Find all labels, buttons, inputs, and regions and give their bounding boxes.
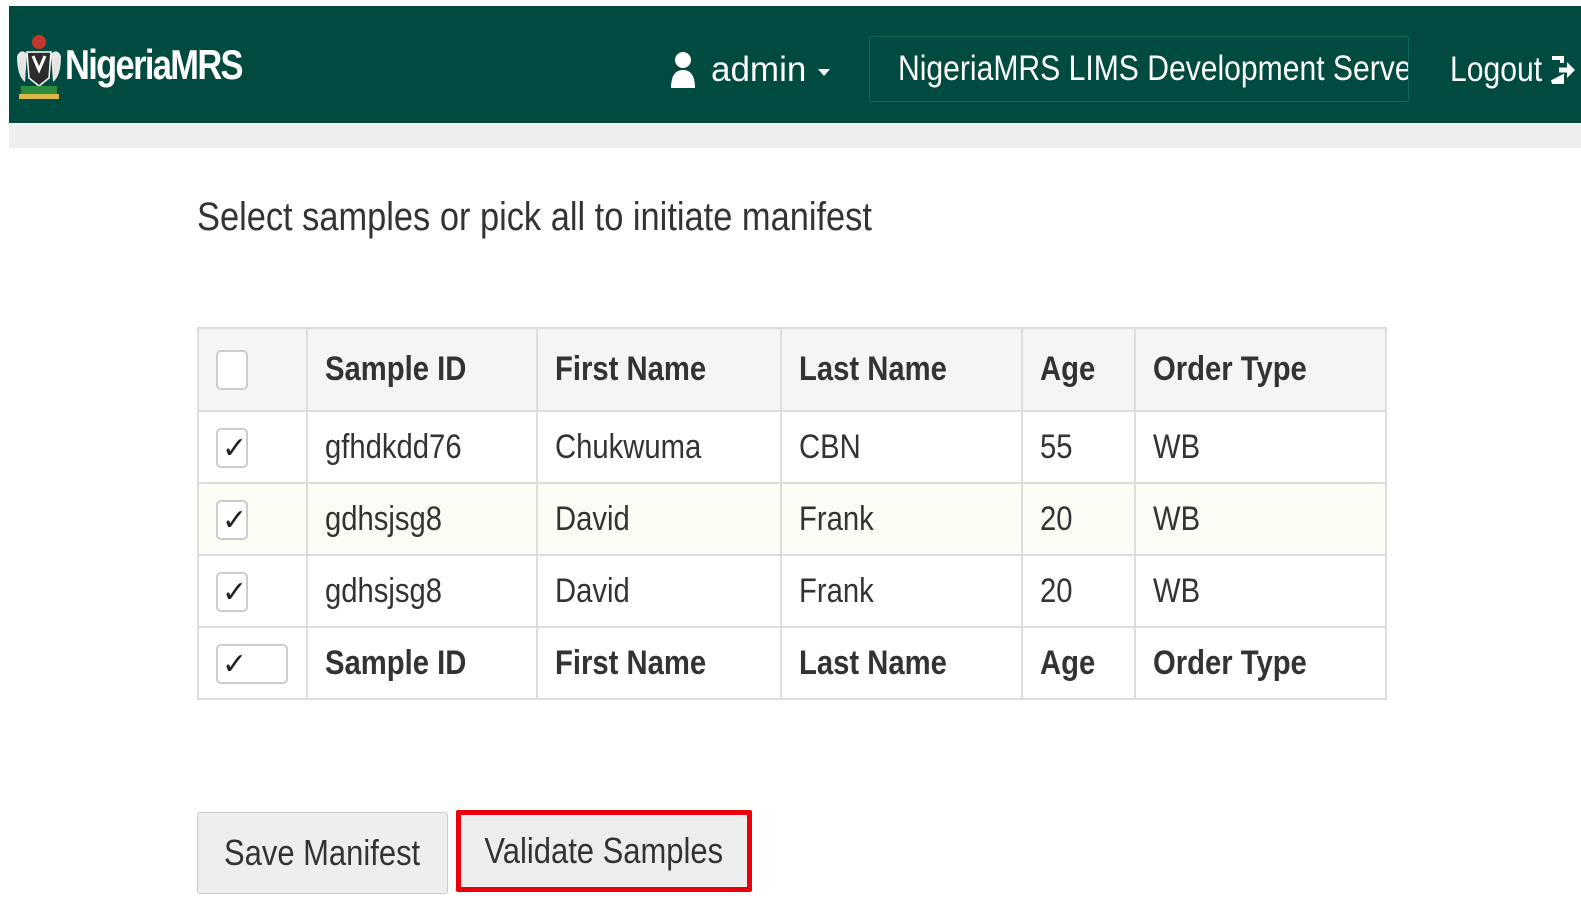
sample-id-cell: gdhsjsg8 <box>305 554 538 628</box>
column-footer-first-name: First Name <box>535 626 783 700</box>
select-all-footer-checkbox[interactable]: ✓ <box>216 643 288 684</box>
server-location: NigeriaMRS LIMS Development Server <box>869 36 1409 102</box>
age-cell: 20 <box>1020 482 1137 556</box>
last-name-cell: CBN <box>780 410 1023 484</box>
page-title: Select samples or pick all to initiate m… <box>197 195 872 239</box>
last-name-cell: Frank <box>780 554 1023 628</box>
user-icon <box>671 52 695 88</box>
server-name: NigeriaMRS LIMS Development Server <box>898 49 1409 88</box>
first-name-cell: Chukwuma <box>535 410 783 484</box>
logout-link[interactable]: Logout <box>1450 46 1576 94</box>
column-footer-sample-id: Sample ID <box>305 626 538 700</box>
table-footer-row: ✓ Sample ID First Name Last Name Age Ord… <box>197 626 1387 700</box>
sample-id-cell: gdhsjsg8 <box>305 482 538 556</box>
table-row[interactable]: ✓ gdhsjsg8 David Frank 20 WB <box>197 554 1387 628</box>
subnav-bar <box>9 123 1581 148</box>
order-type-cell: WB <box>1134 482 1387 556</box>
caret-down-icon <box>818 69 831 76</box>
first-name-cell: David <box>535 482 783 556</box>
row-checkbox[interactable]: ✓ <box>216 499 248 540</box>
table-row[interactable]: ✓ gdhsjsg8 David Frank 20 WB <box>197 482 1387 556</box>
check-icon: ✓ <box>222 430 248 466</box>
column-header-last-name[interactable]: Last Name <box>780 327 1023 412</box>
logout-label: Logout <box>1450 50 1543 89</box>
order-type-cell: WB <box>1134 410 1387 484</box>
column-footer-order-type: Order Type <box>1134 626 1387 700</box>
select-all-checkbox[interactable] <box>216 350 248 390</box>
table-row[interactable]: ✓ gfhdkdd76 Chukwuma CBN 55 WB <box>197 410 1387 484</box>
logout-icon <box>1551 56 1576 84</box>
row-select-cell: ✓ <box>197 410 308 484</box>
validate-samples-button[interactable]: Validate Samples <box>456 810 752 892</box>
column-header-sample-id[interactable]: Sample ID <box>305 327 538 412</box>
save-manifest-label: Save Manifest <box>224 832 421 873</box>
brand-name: NigeriaMRS <box>65 41 244 88</box>
check-icon: ✓ <box>222 574 248 610</box>
first-name-cell: David <box>535 554 783 628</box>
table-header-row: Sample ID First Name Last Name Age Order… <box>197 327 1387 412</box>
validate-samples-label: Validate Samples <box>484 830 724 871</box>
check-icon: ✓ <box>222 502 248 538</box>
select-all-footer-cell: ✓ <box>197 626 308 700</box>
username: admin <box>711 50 807 89</box>
column-header-first-name[interactable]: First Name <box>535 327 783 412</box>
navbar: NigeriaMRS admin NigeriaMRS LIMS Develop… <box>9 6 1581 123</box>
row-select-cell: ✓ <box>197 482 308 556</box>
order-type-cell: WB <box>1134 554 1387 628</box>
save-manifest-button[interactable]: Save Manifest <box>197 812 448 894</box>
column-footer-last-name: Last Name <box>780 626 1023 700</box>
samples-table: Sample ID First Name Last Name Age Order… <box>197 327 1387 700</box>
coat-of-arms-icon <box>17 35 61 99</box>
last-name-cell: Frank <box>780 482 1023 556</box>
row-checkbox[interactable]: ✓ <box>216 427 248 468</box>
column-footer-age: Age <box>1020 626 1137 700</box>
select-all-header-cell <box>197 327 308 412</box>
column-header-age[interactable]: Age <box>1020 327 1137 412</box>
row-checkbox[interactable]: ✓ <box>216 571 248 612</box>
column-header-order-type[interactable]: Order Type <box>1134 327 1387 412</box>
age-cell: 55 <box>1020 410 1137 484</box>
row-select-cell: ✓ <box>197 554 308 628</box>
age-cell: 20 <box>1020 554 1137 628</box>
check-icon: ✓ <box>222 646 248 682</box>
sample-id-cell: gfhdkdd76 <box>305 410 538 484</box>
user-menu[interactable]: admin <box>669 46 831 94</box>
brand-link[interactable]: NigeriaMRS <box>13 26 281 104</box>
